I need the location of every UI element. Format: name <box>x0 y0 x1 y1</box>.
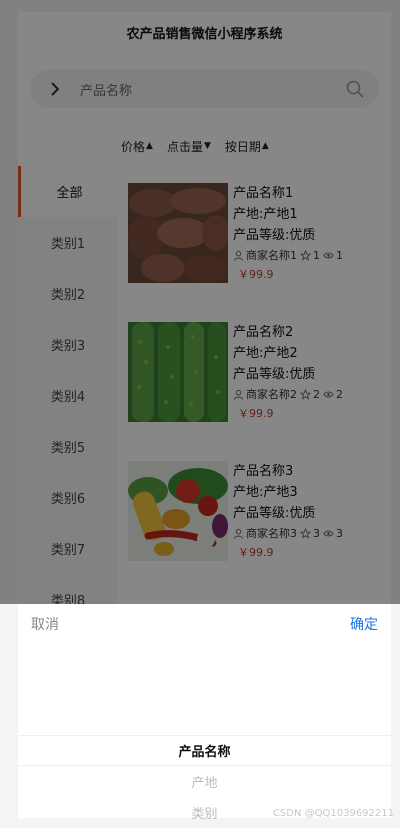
modal-mask[interactable] <box>0 0 400 604</box>
picker-toolbar: 取消 确定 <box>18 604 391 643</box>
confirm-button[interactable]: 确定 <box>350 614 378 634</box>
picker-option-selected[interactable]: 产品名称 <box>18 735 391 766</box>
picker-sheet: 取消 确定 产品名称 产地 类别 <box>18 604 391 822</box>
cancel-button[interactable]: 取消 <box>31 614 59 634</box>
picker-option[interactable]: 产地 <box>18 766 391 797</box>
watermark: CSDN @QQ1039692211 <box>272 808 394 819</box>
